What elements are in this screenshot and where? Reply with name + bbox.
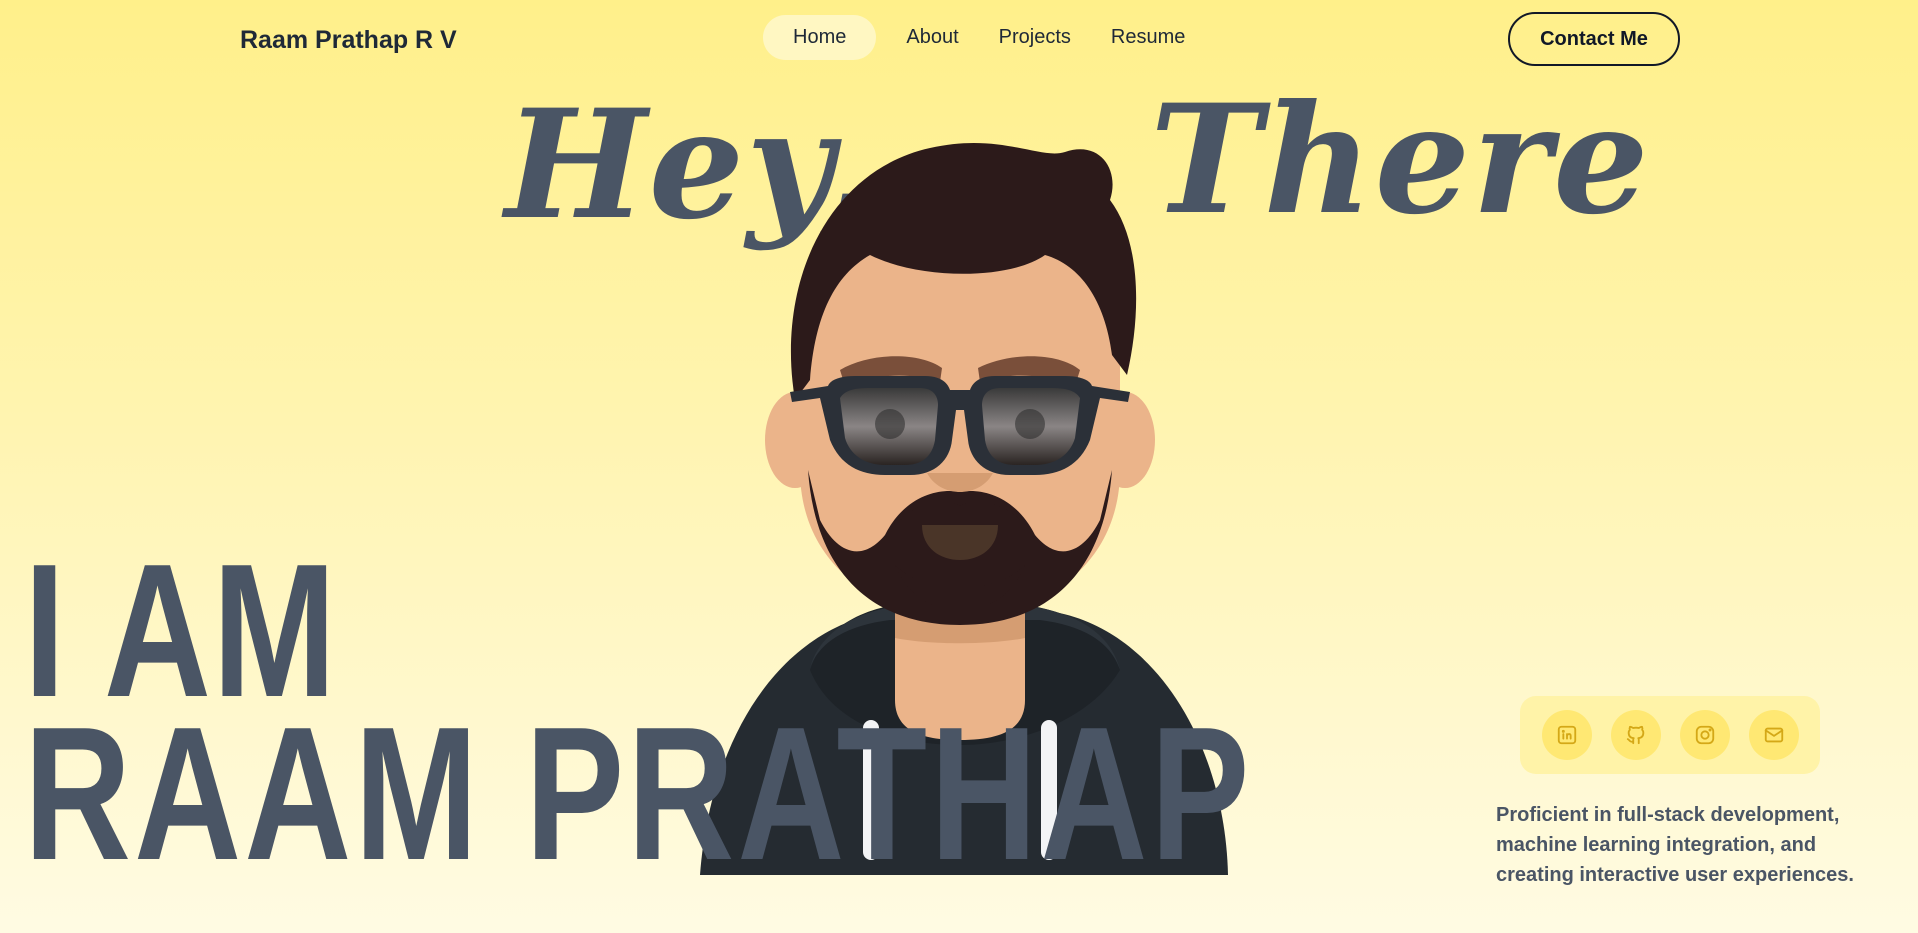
- nav-links: Home About Projects Resume: [763, 15, 1205, 60]
- linkedin-button[interactable]: [1541, 710, 1592, 760]
- mail-icon: [1764, 727, 1783, 743]
- sunglasses-eye-right: [1015, 409, 1045, 439]
- nav-link-projects[interactable]: Projects: [979, 15, 1091, 60]
- nav-link-about[interactable]: About: [886, 15, 978, 60]
- instagram-button[interactable]: [1679, 710, 1730, 760]
- github-button[interactable]: [1610, 710, 1661, 760]
- email-button[interactable]: [1748, 710, 1799, 760]
- navbar: Raam Prathap R V Home About Projects Res…: [0, 0, 1918, 80]
- brand-name[interactable]: Raam Prathap R V: [240, 26, 457, 55]
- tagline: Proficient in full-stack development, ma…: [1496, 804, 1854, 886]
- contact-me-button[interactable]: Contact Me: [1508, 12, 1680, 66]
- hero-intro: I AM RAAM PRATHAP: [24, 536, 1253, 901]
- github-icon: [1626, 725, 1644, 745]
- nav-link-resume[interactable]: Resume: [1091, 15, 1205, 60]
- instagram-icon: [1695, 725, 1714, 745]
- social-links-bar: [1520, 696, 1820, 774]
- nav-link-home[interactable]: Home: [763, 15, 877, 60]
- hero-intro-line2: RAAM PRATHAP: [24, 688, 1253, 901]
- sunglasses-eye-left: [875, 409, 905, 439]
- linkedin-icon: [1557, 725, 1576, 745]
